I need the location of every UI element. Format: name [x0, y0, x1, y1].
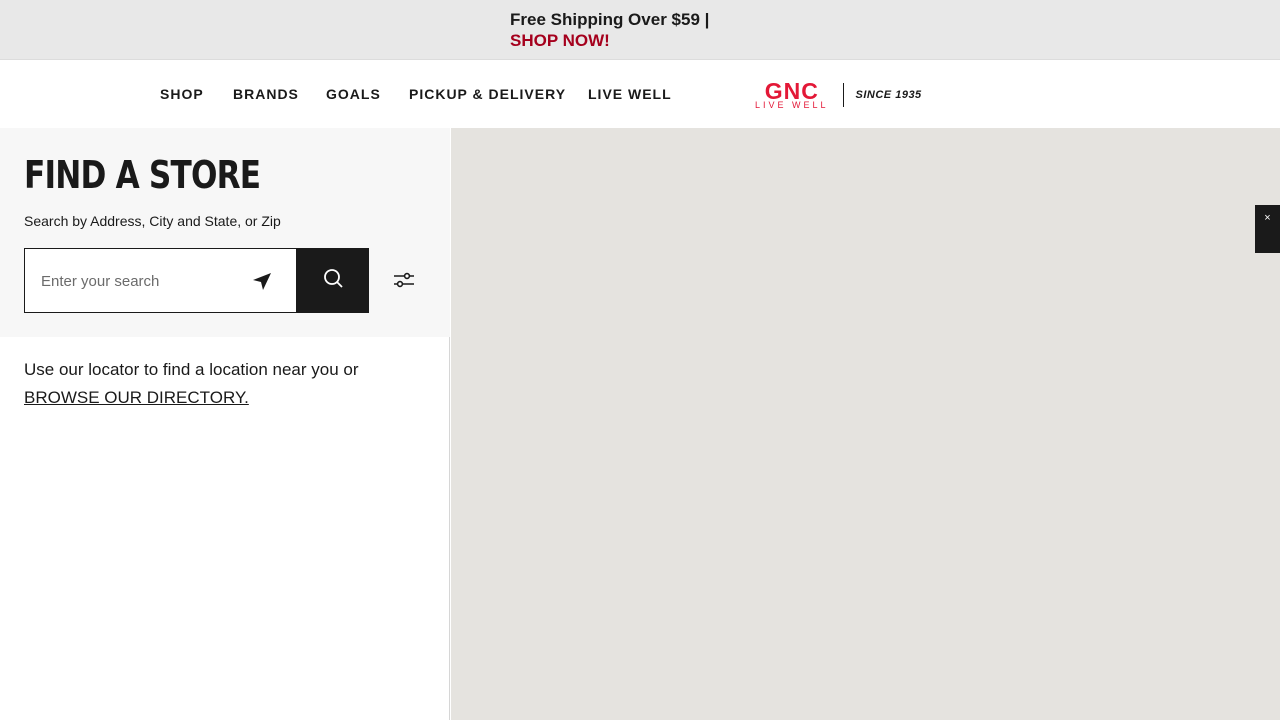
- logo-since: SINCE 1935: [855, 89, 922, 101]
- locator-text: Use our locator to find a location near …: [24, 356, 359, 412]
- close-icon: ×: [1264, 212, 1271, 224]
- close-tab-button[interactable]: ×: [1255, 205, 1280, 253]
- nav-item-pickup-delivery[interactable]: PICKUP & DELIVERY: [409, 86, 566, 102]
- promo-shipping-text: Free Shipping Over $59 |: [510, 10, 710, 29]
- search-input[interactable]: [41, 269, 241, 293]
- page-title: FIND A STORE: [24, 153, 261, 197]
- logo-brand: GNC: [764, 77, 819, 104]
- search-box: [24, 248, 297, 313]
- filter-sliders-icon[interactable]: [393, 270, 415, 290]
- store-map[interactable]: [451, 128, 1280, 720]
- main-nav: SHOP BRANDS GOALS PICKUP & DELIVERY LIVE…: [0, 61, 1280, 128]
- nav-item-shop[interactable]: SHOP: [160, 86, 204, 102]
- search-area: FIND A STORE Search by Address, City and…: [0, 128, 450, 337]
- nav-item-goals[interactable]: GOALS: [326, 86, 381, 102]
- logo-mark: GNC LIVE WELL: [755, 77, 829, 110]
- locator-description: Use our locator to find a location near …: [24, 360, 359, 379]
- browse-directory-link[interactable]: BROWSE OUR DIRECTORY.: [24, 388, 249, 407]
- logo-divider: [842, 83, 844, 107]
- location-arrow-icon[interactable]: [251, 271, 273, 293]
- search-icon: [322, 267, 344, 294]
- promo-text: Free Shipping Over $59 | SHOP NOW!: [510, 9, 709, 51]
- logo-tagline: LIVE WELL: [755, 99, 829, 110]
- nav-item-brands[interactable]: BRANDS: [233, 86, 299, 102]
- promo-bar: Free Shipping Over $59 | SHOP NOW!: [0, 0, 1280, 60]
- gnc-logo[interactable]: GNC LIVE WELL SINCE 1935: [755, 77, 922, 110]
- nav-item-live-well[interactable]: LIVE WELL: [588, 86, 672, 102]
- search-hint: Search by Address, City and State, or Zi…: [24, 213, 281, 229]
- shop-now-link[interactable]: SHOP NOW!: [510, 30, 709, 51]
- search-button[interactable]: [297, 248, 369, 313]
- store-finder-panel: FIND A STORE Search by Address, City and…: [0, 128, 450, 720]
